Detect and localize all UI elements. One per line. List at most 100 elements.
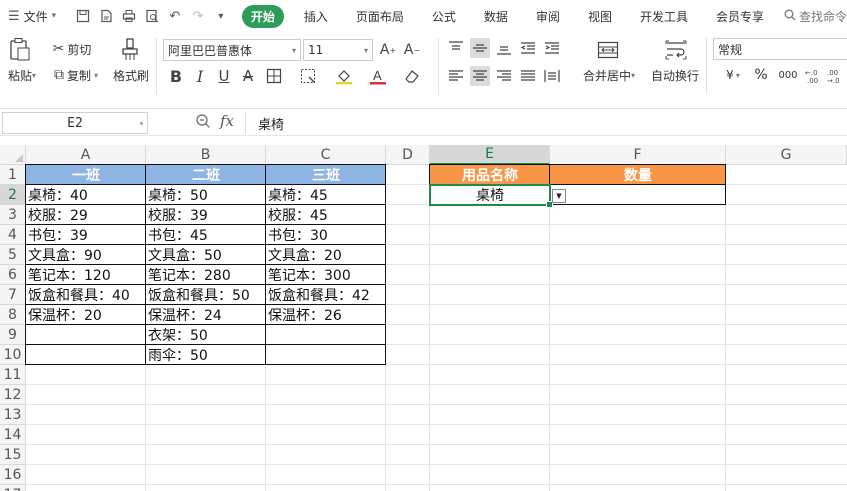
- cell-a7[interactable]: 饭盒和餐具：40: [26, 285, 146, 305]
- tab-page-layout[interactable]: 页面布局: [342, 8, 418, 25]
- percent-button[interactable]: %: [752, 66, 770, 84]
- column-header-b[interactable]: B: [146, 145, 266, 165]
- tab-developer[interactable]: 开发工具: [626, 8, 702, 25]
- tab-member[interactable]: 会员专享: [702, 8, 778, 25]
- increase-font-size-icon[interactable]: A +: [378, 40, 398, 60]
- font-name-select[interactable]: 阿里巴巴普惠体 ▾: [163, 39, 301, 61]
- merge-center-icon[interactable]: [596, 38, 620, 62]
- print-icon[interactable]: [120, 7, 138, 25]
- row-header-4[interactable]: 4: [0, 225, 26, 245]
- cell-a1[interactable]: 一班: [26, 165, 146, 185]
- cell-b7[interactable]: 饭盒和餐具：50: [146, 285, 266, 305]
- cell-b10[interactable]: 雨伞：50: [146, 345, 266, 365]
- row-header-7[interactable]: 7: [0, 285, 26, 305]
- row-header-3[interactable]: 3: [0, 205, 26, 225]
- cell-style-icon[interactable]: [298, 66, 318, 86]
- cut-button[interactable]: ✂ 剪切: [48, 40, 96, 58]
- cell-e2[interactable]: 桌椅: [430, 185, 550, 205]
- column-header-e[interactable]: E: [430, 145, 550, 165]
- paste-menu[interactable]: 粘贴 ▾: [4, 66, 40, 84]
- format-painter-button[interactable]: [112, 37, 148, 64]
- thousands-separator-button[interactable]: 000: [776, 66, 800, 84]
- cell-a3[interactable]: 校服：29: [26, 205, 146, 225]
- strikethrough-icon[interactable]: A: [238, 66, 258, 86]
- redo-icon[interactable]: ↷: [189, 7, 207, 25]
- dropdown-list-button[interactable]: ▼: [552, 189, 566, 203]
- align-bottom-icon[interactable]: [494, 38, 514, 58]
- cell-c2[interactable]: 桌椅：45: [266, 185, 386, 205]
- cell-b3[interactable]: 校服：39: [146, 205, 266, 225]
- cell-e1[interactable]: 用品名称: [430, 165, 550, 185]
- tab-insert[interactable]: 插入: [290, 8, 342, 25]
- cell-a4[interactable]: 书包：39: [26, 225, 146, 245]
- undo-icon[interactable]: ↶: [166, 7, 184, 25]
- column-header-a[interactable]: A: [26, 145, 146, 165]
- cell-b2[interactable]: 桌椅：50: [146, 185, 266, 205]
- row-header-5[interactable]: 5: [0, 245, 26, 265]
- paste-button[interactable]: [6, 37, 34, 62]
- cell-a6[interactable]: 笔记本：120: [26, 265, 146, 285]
- cell-c4[interactable]: 书包：30: [266, 225, 386, 245]
- column-header-f[interactable]: F: [550, 145, 726, 165]
- merge-center-button[interactable]: 合并居中 ▾: [578, 66, 640, 84]
- cell-c8[interactable]: 保温杯：26: [266, 305, 386, 325]
- align-middle-icon[interactable]: [470, 38, 490, 58]
- cell-a5[interactable]: 文具盒：90: [26, 245, 146, 265]
- column-header-d[interactable]: D: [386, 145, 430, 165]
- tab-review[interactable]: 审阅: [522, 8, 574, 25]
- column-header-c[interactable]: C: [266, 145, 386, 165]
- row-header-2[interactable]: 2: [0, 185, 26, 205]
- increase-decimal-icon[interactable]: ←.0.00: [804, 66, 824, 86]
- customize-quick-access-icon[interactable]: ▾: [212, 7, 230, 25]
- row-header-16[interactable]: 16: [0, 465, 26, 485]
- decrease-indent-icon[interactable]: [518, 38, 538, 58]
- name-box[interactable]: E2 ▾: [2, 112, 148, 134]
- select-all-corner[interactable]: [0, 145, 26, 165]
- cell-b9[interactable]: 衣架：50: [146, 325, 266, 345]
- font-size-select[interactable]: 11 ▾: [303, 39, 373, 61]
- tab-view[interactable]: 视图: [574, 8, 626, 25]
- number-format-select[interactable]: 常规: [713, 38, 847, 60]
- bold-icon[interactable]: B: [166, 66, 186, 86]
- align-top-icon[interactable]: [446, 38, 466, 58]
- font-color-icon[interactable]: A: [368, 66, 388, 86]
- align-left-icon[interactable]: [446, 66, 466, 86]
- row-header-13[interactable]: 13: [0, 405, 26, 425]
- decrease-font-size-icon[interactable]: A −: [402, 40, 422, 60]
- increase-indent-icon[interactable]: [542, 38, 562, 58]
- italic-icon[interactable]: I: [190, 66, 210, 86]
- command-search[interactable]: 查找命令: [784, 8, 847, 25]
- cell-a8[interactable]: 保温杯：20: [26, 305, 146, 325]
- underline-icon[interactable]: U: [214, 66, 234, 86]
- row-header-9[interactable]: 9: [0, 325, 26, 345]
- row-header-6[interactable]: 6: [0, 265, 26, 285]
- file-menu[interactable]: ☰ 文件 ▾: [0, 8, 72, 25]
- row-header-10[interactable]: 10: [0, 345, 26, 365]
- align-center-icon[interactable]: [470, 66, 490, 86]
- tab-home[interactable]: 开始: [241, 4, 284, 28]
- row-header-17[interactable]: 17: [0, 485, 26, 491]
- tab-data[interactable]: 数据: [470, 8, 522, 25]
- cell-c7[interactable]: 饭盒和餐具：42: [266, 285, 386, 305]
- column-header-g[interactable]: G: [726, 145, 847, 165]
- cell-b6[interactable]: 笔记本：280: [146, 265, 266, 285]
- wrap-text-icon[interactable]: [664, 38, 688, 62]
- cell-c5[interactable]: 文具盒：20: [266, 245, 386, 265]
- copy-button[interactable]: ⧉ 复制 ▾: [48, 66, 104, 84]
- row-header-11[interactable]: 11: [0, 365, 26, 385]
- distributed-align-icon[interactable]: [542, 66, 562, 86]
- row-header-14[interactable]: 14: [0, 425, 26, 445]
- export-pdf-icon[interactable]: [97, 7, 115, 25]
- print-preview-icon[interactable]: [143, 7, 161, 25]
- cell-b8[interactable]: 保温杯：24: [146, 305, 266, 325]
- wrap-text-button[interactable]: 自动换行: [648, 66, 702, 84]
- cell-b1[interactable]: 二班: [146, 165, 266, 185]
- insert-function-icon[interactable]: fx: [220, 112, 234, 130]
- align-right-icon[interactable]: [494, 66, 514, 86]
- cell-b5[interactable]: 文具盒：50: [146, 245, 266, 265]
- decrease-decimal-icon[interactable]: .00 →.0: [826, 66, 846, 86]
- currency-button[interactable]: ¥ ▾: [718, 66, 748, 84]
- save-icon[interactable]: [74, 7, 92, 25]
- cell-c1[interactable]: 三班: [266, 165, 386, 185]
- cell-f1[interactable]: 数量: [550, 165, 726, 185]
